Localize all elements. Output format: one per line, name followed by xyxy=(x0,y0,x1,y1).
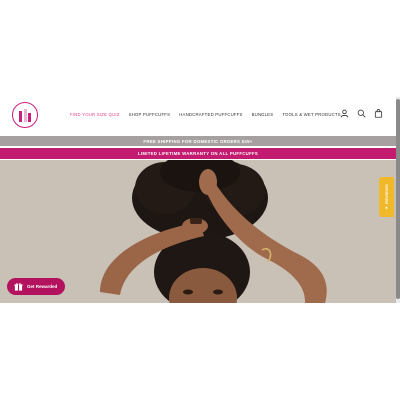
blank-top-area xyxy=(0,0,400,97)
blank-bottom-area xyxy=(0,303,400,400)
cart-icon[interactable] xyxy=(374,109,383,118)
brand-logo[interactable] xyxy=(12,102,38,128)
account-icon[interactable] xyxy=(340,109,349,118)
site-header: FIND YOUR SIZE QUIZ SHOP PUFFCUFFS HANDC… xyxy=(0,97,396,133)
nav-item-handcrafted-puffcuffs[interactable]: HANDCRAFTED PUFFCUFFS xyxy=(179,112,242,117)
nav-item-shop-puffcuffs[interactable]: SHOP PUFFCUFFS xyxy=(129,112,171,117)
scrollbar-thumb[interactable] xyxy=(396,99,400,299)
warranty-announcement-text: LIMITED LIFETIME WARRANTY ON ALL PUFFCUF… xyxy=(137,151,259,156)
gift-icon xyxy=(14,283,23,291)
main-nav: FIND YOUR SIZE QUIZ SHOP PUFFCUFFS HANDC… xyxy=(70,112,341,117)
nav-item-bundles[interactable]: BUNDLES xyxy=(252,112,274,117)
header-icons xyxy=(340,109,383,118)
reviews-tab[interactable]: ★ REVIEWS xyxy=(379,177,394,217)
nav-item-tools-wet-products[interactable]: TOOLS & WET PRODUCTS xyxy=(282,112,341,117)
shipping-announcement-text: FREE SHIPPING FOR DOMESTIC ORDERS $35+ xyxy=(143,138,253,144)
logo-mark-icon xyxy=(19,108,31,122)
shipping-announcement-bar: FREE SHIPPING FOR DOMESTIC ORDERS $35+ xyxy=(0,136,396,146)
search-icon[interactable] xyxy=(357,109,366,118)
get-rewarded-button[interactable]: Get Rewarded xyxy=(7,278,65,295)
reviews-tab-label: ★ REVIEWS xyxy=(384,183,389,211)
website-viewport: FIND YOUR SIZE QUIZ SHOP PUFFCUFFS HANDC… xyxy=(0,97,400,303)
nav-item-find-your-size-quiz[interactable]: FIND YOUR SIZE QUIZ xyxy=(70,112,120,117)
warranty-announcement-bar: LIMITED LIFETIME WARRANTY ON ALL PUFFCUF… xyxy=(0,148,396,159)
get-rewarded-label: Get Rewarded xyxy=(27,284,58,289)
